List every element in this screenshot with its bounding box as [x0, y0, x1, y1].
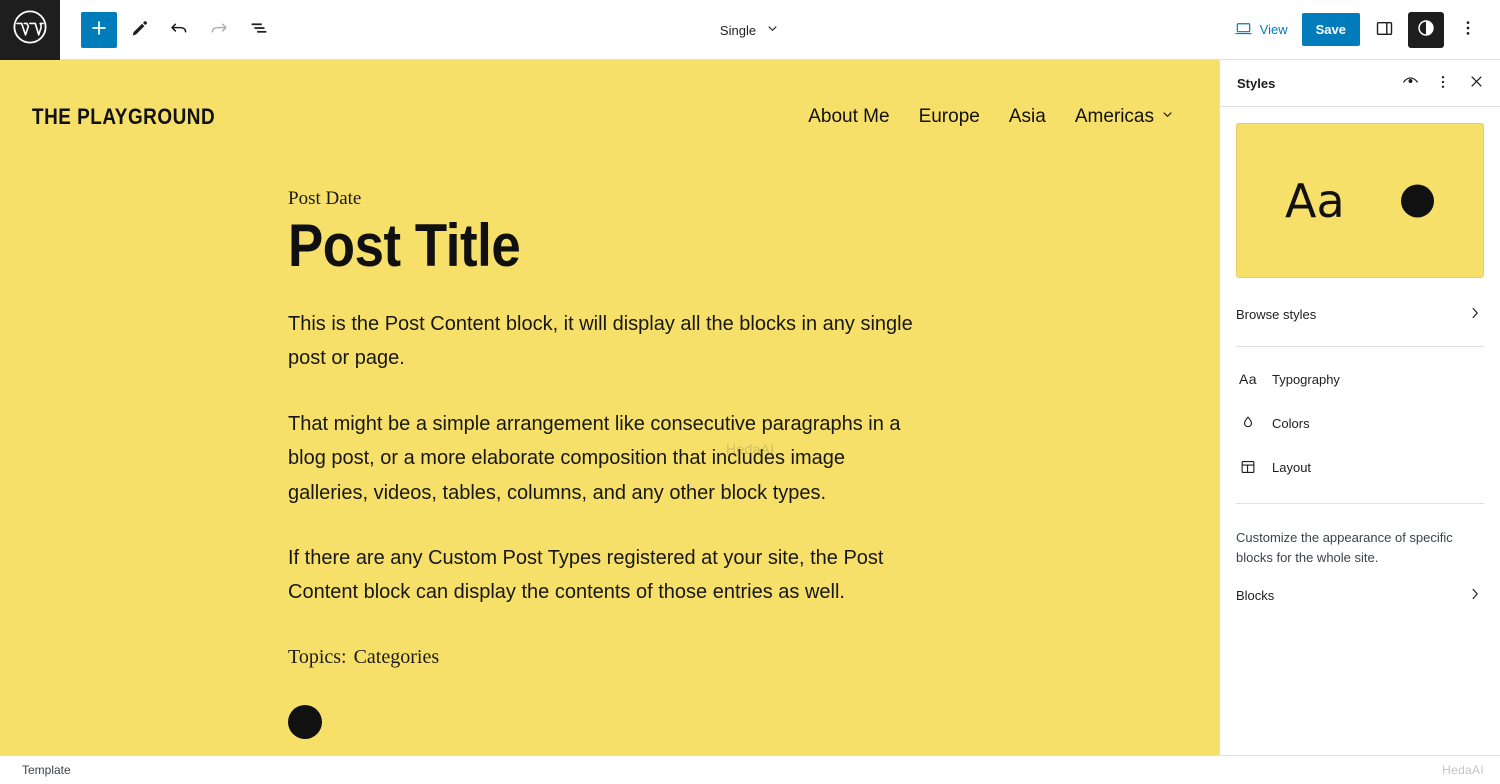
divider — [1236, 346, 1484, 347]
document-overview-icon — [248, 17, 270, 42]
nav-label: About Me — [808, 106, 890, 127]
chevron-right-icon — [1466, 585, 1484, 606]
nav-item-americas[interactable]: Americas — [1075, 106, 1175, 128]
nav-label: Asia — [1008, 106, 1046, 127]
save-button[interactable]: Save — [1301, 13, 1360, 46]
styles-options-menu[interactable] — [1427, 67, 1459, 99]
post-title[interactable]: Post Title — [288, 214, 1107, 277]
styles-panel-title: Styles — [1237, 75, 1276, 91]
styles-menu-item-typography[interactable]: Aa Typography — [1236, 357, 1484, 401]
nav-item-about-me[interactable]: About Me — [808, 106, 889, 128]
post-date[interactable]: Post Date — [288, 188, 1219, 210]
chevron-right-icon — [1466, 304, 1484, 325]
top-bar-actions: View Save — [1226, 11, 1500, 49]
view-button[interactable]: View — [1226, 11, 1296, 49]
nav-label: Europe — [918, 106, 980, 127]
blocks-row[interactable]: Blocks — [1236, 573, 1484, 617]
contrast-styles-icon — [1415, 17, 1437, 42]
editor-canvas[interactable]: THE PLAYGROUND About Me Europe Asia Amer… — [0, 60, 1219, 755]
site-header: THE PLAYGROUND About Me Europe Asia Amer… — [0, 60, 1219, 130]
styles-sidebar: Styles Aa Browse styles Aa Typography Co… — [1219, 60, 1500, 755]
styles-menu-item-colors[interactable]: Colors — [1236, 401, 1484, 445]
chevron-down-icon — [1160, 106, 1175, 128]
plus-icon — [88, 17, 110, 42]
post-terms[interactable]: Topics: Categories — [288, 646, 1219, 669]
editor-footer: Template HedaAI — [0, 755, 1500, 784]
editor-body: THE PLAYGROUND About Me Europe Asia Amer… — [0, 60, 1500, 755]
styles-sidebar-body: Aa Browse styles Aa Typography Colors La… — [1220, 107, 1500, 617]
top-bar-tools — [60, 11, 277, 48]
list-view-button[interactable] — [241, 12, 277, 48]
wordpress-logo-button[interactable] — [0, 0, 60, 60]
editor-top-bar: Single View Save — [0, 0, 1500, 60]
wordpress-site-editor: Single View Save THE PLAYGROUND About Me… — [0, 0, 1500, 784]
wordpress-logo-icon — [12, 9, 48, 50]
styles-sidebar-header: Styles — [1220, 60, 1500, 107]
styles-menu-item-layout[interactable]: Layout — [1236, 445, 1484, 489]
undo-button[interactable] — [161, 12, 197, 48]
divider — [1236, 503, 1484, 504]
nav-item-europe[interactable]: Europe — [919, 106, 980, 128]
edit-tool-button[interactable] — [121, 12, 157, 48]
post-paragraph[interactable]: That might be a simple arrangement like … — [288, 407, 920, 510]
chevron-down-icon — [765, 21, 780, 39]
styles-menu-label: Typography — [1272, 371, 1340, 387]
color-droplet-icon — [1236, 414, 1260, 432]
styles-menu-label: Colors — [1272, 415, 1310, 431]
styles-menu-label: Layout — [1272, 459, 1312, 475]
close-icon — [1467, 72, 1486, 94]
undo-arrow-icon — [168, 17, 190, 42]
pencil-icon — [129, 18, 150, 42]
nav-label: Americas — [1074, 106, 1154, 127]
blocks-help-text: Customize the appearance of specific blo… — [1236, 530, 1453, 565]
post-paragraph[interactable]: If there are any Custom Post Types regis… — [288, 541, 920, 610]
more-vertical-icon — [1458, 18, 1478, 41]
footer-status-template[interactable]: Template — [22, 763, 71, 777]
settings-sidebar-toggle[interactable] — [1366, 12, 1402, 48]
editor-options-menu[interactable] — [1450, 12, 1486, 48]
site-title[interactable]: THE PLAYGROUND — [32, 104, 215, 130]
nav-item-asia[interactable]: Asia — [1009, 106, 1046, 128]
styles-header-actions — [1394, 67, 1492, 99]
browse-styles-row[interactable]: Browse styles — [1236, 292, 1484, 336]
close-styles-button[interactable] — [1460, 67, 1492, 99]
site-navigation: About Me Europe Asia Americas — [808, 106, 1175, 128]
footer-watermark: HedaAI — [1442, 763, 1484, 777]
post-content-area: Post Date Post Title This is the Post Co… — [0, 130, 1219, 739]
style-preview-color-swatch — [1401, 184, 1434, 217]
laptop-icon — [1234, 19, 1253, 41]
style-book-button[interactable] — [1394, 67, 1426, 99]
redo-button[interactable] — [201, 12, 237, 48]
more-vertical-icon — [1434, 73, 1452, 94]
style-preview-sample-text: Aa — [1285, 173, 1345, 228]
blocks-label: Blocks — [1236, 587, 1275, 603]
view-button-label: View — [1259, 22, 1288, 37]
post-terms-label: Topics: — [288, 645, 347, 668]
post-author-avatar — [288, 704, 322, 739]
browse-styles-label: Browse styles — [1236, 306, 1317, 322]
typography-aa-icon: Aa — [1238, 371, 1258, 387]
document-title-dropdown[interactable]: Single — [712, 15, 788, 45]
layout-grid-icon — [1236, 458, 1260, 476]
style-preview-card[interactable]: Aa — [1236, 123, 1484, 278]
redo-arrow-icon — [208, 17, 230, 42]
styles-toggle-button[interactable] — [1408, 11, 1444, 48]
eye-icon — [1401, 72, 1420, 94]
sidebar-panel-icon — [1374, 18, 1395, 42]
styles-menu: Aa Typography Colors Layout — [1236, 357, 1484, 493]
document-title-label: Single — [719, 22, 757, 38]
add-block-button[interactable] — [81, 11, 117, 48]
post-paragraph[interactable]: This is the Post Content block, it will … — [288, 307, 920, 376]
post-terms-value: Categories — [353, 645, 440, 668]
